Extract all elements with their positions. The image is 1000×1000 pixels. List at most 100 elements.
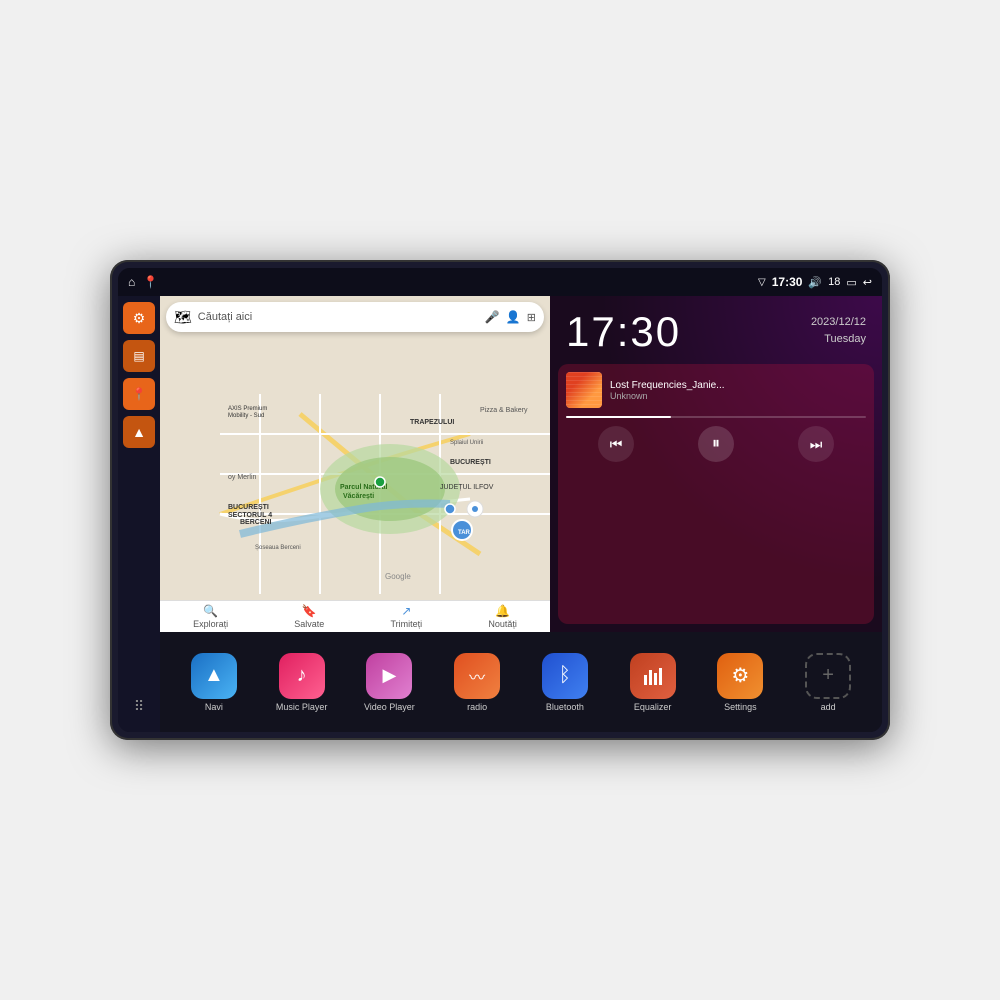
svg-text:Văcărești: Văcărești bbox=[343, 493, 374, 500]
svg-text:BUCUREȘTI: BUCUREȘTI bbox=[450, 459, 491, 466]
sidebar-grid-button[interactable]: ⠿ bbox=[123, 690, 155, 722]
svg-text:Google: Google bbox=[385, 572, 411, 581]
explore-label: Explorați bbox=[193, 619, 228, 629]
top-row: 🗺 Căutați aici 🎤 👤 ⊞ bbox=[160, 296, 882, 632]
battery-icon: ▭ bbox=[846, 276, 856, 289]
home-icon[interactable]: ⌂ bbox=[128, 275, 135, 289]
map-bottom-nav: 🔍 Explorați 🔖 Salvate ↗ Trimiteți bbox=[160, 600, 550, 632]
map-nav-saved[interactable]: 🔖 Salvate bbox=[294, 604, 324, 629]
app-equalizer[interactable]: Equalizer bbox=[619, 653, 687, 712]
arrow-up-icon: ▲ bbox=[132, 424, 146, 440]
svg-text:TRAPEZULUI: TRAPEZULUI bbox=[410, 419, 454, 426]
map-pin-icon: 📍 bbox=[132, 387, 147, 401]
music-player-icon: ♪ bbox=[279, 653, 325, 699]
radio-label: radio bbox=[467, 702, 487, 712]
map-search-bar[interactable]: 🗺 Căutați aici 🎤 👤 ⊞ bbox=[166, 302, 544, 332]
app-video-player[interactable]: ▶ Video Player bbox=[355, 653, 423, 712]
center-area: 🗺 Căutați aici 🎤 👤 ⊞ bbox=[160, 296, 882, 732]
map-nav-news[interactable]: 🔔 Noutăți bbox=[488, 604, 517, 629]
svg-text:AXIS Premium: AXIS Premium bbox=[228, 406, 267, 412]
send-label: Trimiteți bbox=[391, 619, 423, 629]
map-icon[interactable]: 📍 bbox=[143, 275, 158, 289]
app-music-player[interactable]: ♪ Music Player bbox=[268, 653, 336, 712]
clock-date-line2: Tuesday bbox=[811, 331, 866, 348]
navi-icon: ▲ bbox=[191, 653, 237, 699]
sidebar-files-button[interactable]: ▤ bbox=[123, 340, 155, 372]
prev-icon: ⏮ bbox=[610, 436, 623, 453]
clock-date-line1: 2023/12/12 bbox=[811, 314, 866, 331]
next-icon: ⏭ bbox=[810, 436, 823, 453]
prev-button[interactable]: ⏮ bbox=[598, 426, 634, 462]
svg-text:BUCUREȘTI: BUCUREȘTI bbox=[228, 504, 269, 511]
map-nav-send[interactable]: ↗ Trimiteți bbox=[391, 604, 423, 629]
google-maps-icon: 🗺 bbox=[174, 309, 192, 326]
svg-text:Mobility - Sud: Mobility - Sud bbox=[228, 413, 264, 419]
svg-text:JUDEȚUL ILFOV: JUDEȚUL ILFOV bbox=[440, 484, 494, 491]
add-icon: + bbox=[805, 653, 851, 699]
device-frame: ⌂ 📍 ▽ 17:30 🔊 18 ▭ ↩ ⚙ ▤ bbox=[110, 260, 890, 740]
clock-time: 17:30 bbox=[566, 308, 681, 356]
time-display: 17:30 bbox=[772, 275, 803, 289]
music-controls: ⏮ ⏸ ⏭ bbox=[566, 426, 866, 462]
radio-icon: 〰 bbox=[454, 653, 500, 699]
app-grid: ▲ Navi ♪ Music Player ▶ Vid bbox=[160, 632, 882, 732]
saved-label: Salvate bbox=[294, 619, 324, 629]
video-player-icon: ▶ bbox=[366, 653, 412, 699]
app-bluetooth[interactable]: ᛒ Bluetooth bbox=[531, 653, 599, 712]
mic-icon[interactable]: 🎤 bbox=[485, 310, 500, 324]
next-button[interactable]: ⏭ bbox=[798, 426, 834, 462]
sidebar-settings-button[interactable]: ⚙ bbox=[123, 302, 155, 334]
app-settings[interactable]: ⚙ Settings bbox=[706, 653, 774, 712]
device-screen: ⌂ 📍 ▽ 17:30 🔊 18 ▭ ↩ ⚙ ▤ bbox=[118, 268, 882, 732]
clock-date: 2023/12/12 Tuesday bbox=[811, 314, 866, 347]
album-art bbox=[566, 372, 602, 408]
map-canvas: TRAPEZULUI BUCUREȘTI JUDEȚUL ILFOV BERCE… bbox=[160, 296, 550, 632]
right-panel: 17:30 2023/12/12 Tuesday bbox=[550, 296, 882, 632]
news-label: Noutăți bbox=[488, 619, 517, 629]
app-radio[interactable]: 〰 radio bbox=[443, 653, 511, 712]
pause-icon: ⏸ bbox=[712, 435, 720, 453]
gear-icon: ⚙ bbox=[133, 310, 146, 327]
status-bar-right: ▽ 17:30 🔊 18 ▭ ↩ bbox=[758, 275, 872, 289]
settings-icon: ⚙ bbox=[717, 653, 763, 699]
track-artist: Unknown bbox=[610, 391, 866, 401]
music-progress-bar[interactable] bbox=[566, 416, 866, 418]
map-section: 🗺 Căutați aici 🎤 👤 ⊞ bbox=[160, 296, 550, 632]
play-pause-button[interactable]: ⏸ bbox=[698, 426, 734, 462]
sidebar-maps-button[interactable]: 📍 bbox=[123, 378, 155, 410]
volume-icon: 🔊 bbox=[808, 276, 822, 289]
layers-icon[interactable]: ⊞ bbox=[527, 311, 536, 324]
grid-icon: ⠿ bbox=[134, 698, 144, 715]
map-nav-explore[interactable]: 🔍 Explorați bbox=[193, 604, 228, 629]
sidebar: ⚙ ▤ 📍 ▲ ⠿ bbox=[118, 296, 160, 732]
add-label: add bbox=[821, 702, 836, 712]
video-player-label: Video Player bbox=[364, 702, 415, 712]
svg-text:Splaiul Unirii: Splaiul Unirii bbox=[450, 440, 483, 446]
account-icon[interactable]: 👤 bbox=[506, 310, 521, 324]
signal-icon: ▽ bbox=[758, 277, 766, 288]
news-icon: 🔔 bbox=[495, 604, 510, 618]
track-name: Lost Frequencies_Janie... bbox=[610, 380, 866, 391]
sidebar-nav-button[interactable]: ▲ bbox=[123, 416, 155, 448]
send-icon: ↗ bbox=[401, 604, 411, 618]
app-add[interactable]: + add bbox=[794, 653, 862, 712]
track-details: Lost Frequencies_Janie... Unknown bbox=[610, 380, 866, 401]
status-bar: ⌂ 📍 ▽ 17:30 🔊 18 ▭ ↩ bbox=[118, 268, 882, 296]
main-content: ⚙ ▤ 📍 ▲ ⠿ bbox=[118, 296, 882, 732]
app-navi[interactable]: ▲ Navi bbox=[180, 653, 248, 712]
track-info: Lost Frequencies_Janie... Unknown bbox=[566, 372, 866, 408]
svg-text:TAR: TAR bbox=[458, 530, 471, 536]
svg-text:Pizza & Bakery: Pizza & Bakery bbox=[480, 407, 528, 414]
map-search-text: Căutați aici bbox=[198, 311, 479, 323]
bluetooth-icon: ᛒ bbox=[542, 653, 588, 699]
svg-text:SECTORUL 4: SECTORUL 4 bbox=[228, 512, 272, 519]
files-icon: ▤ bbox=[133, 349, 144, 363]
progress-fill bbox=[566, 416, 671, 418]
back-icon[interactable]: ↩ bbox=[863, 276, 872, 289]
music-player-label: Music Player bbox=[276, 702, 328, 712]
music-player: Lost Frequencies_Janie... Unknown ⏮ bbox=[558, 364, 874, 624]
equalizer-label: Equalizer bbox=[634, 702, 672, 712]
svg-text:Șoseaua Berceni: Șoseaua Berceni bbox=[255, 545, 301, 551]
status-bar-left: ⌂ 📍 bbox=[128, 275, 158, 289]
clock-section: 17:30 2023/12/12 Tuesday bbox=[550, 296, 882, 364]
